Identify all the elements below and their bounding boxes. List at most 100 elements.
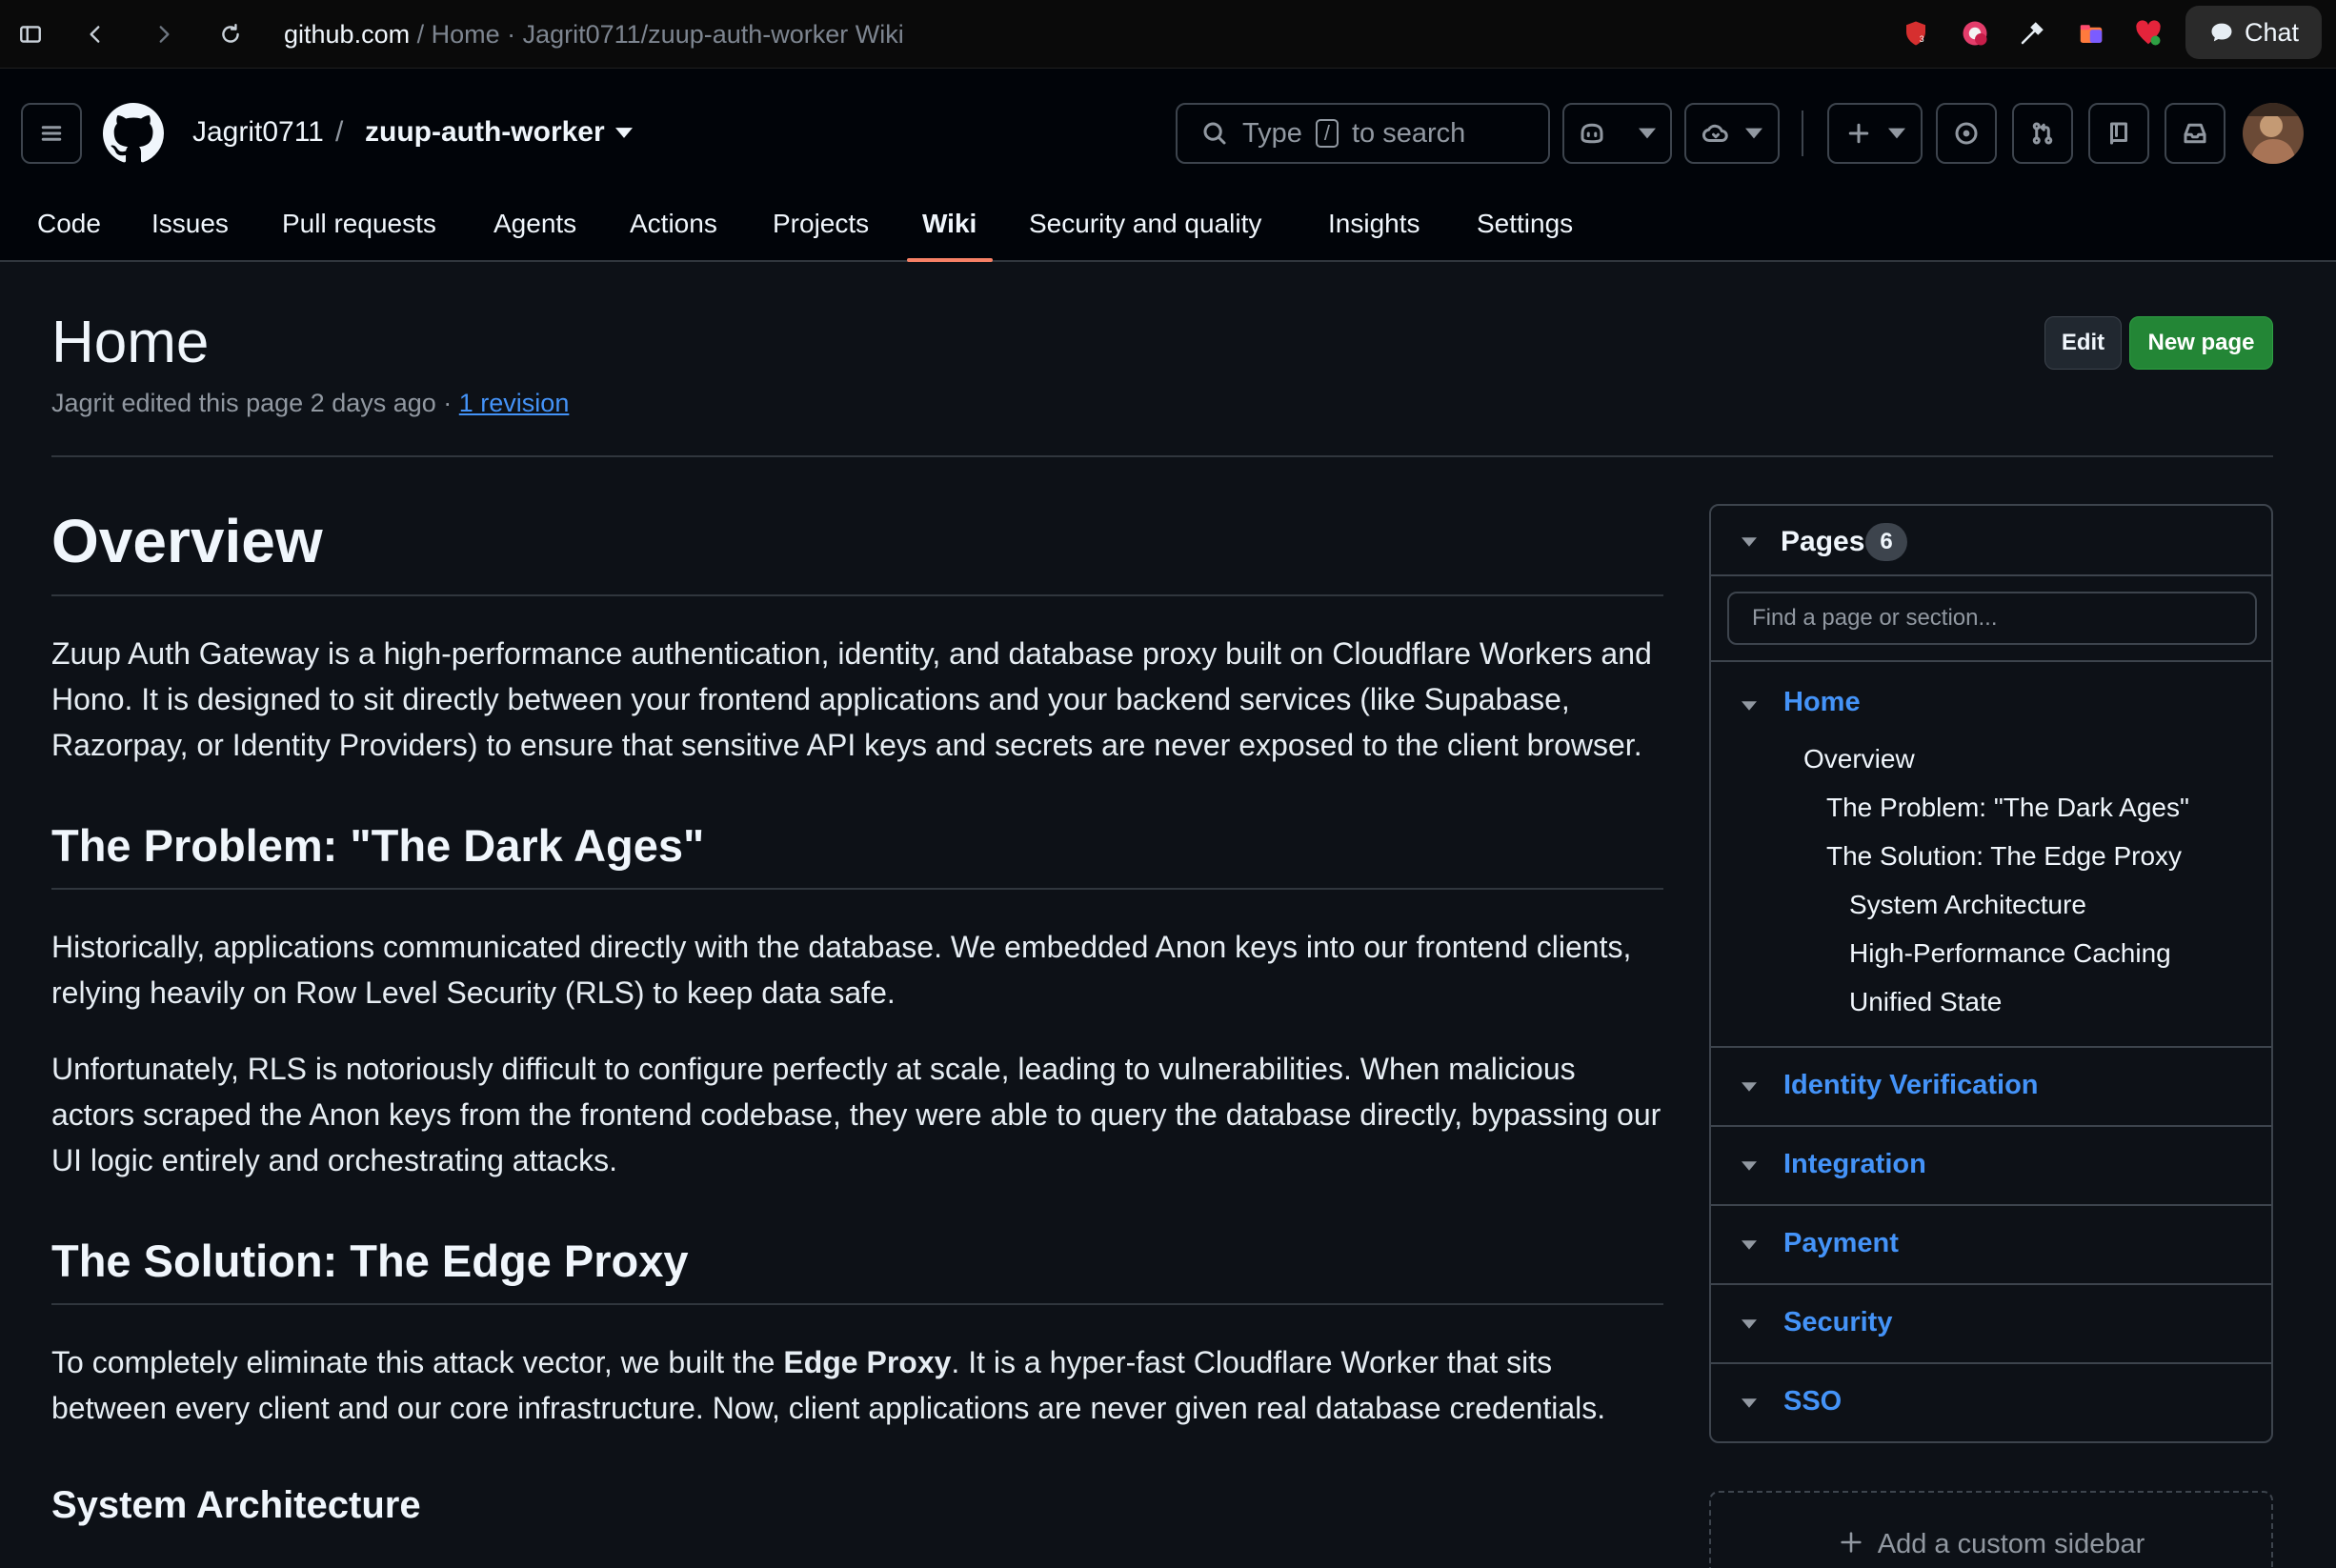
wiki-article: Overview Zuup Auth Gateway is a high-per… [51, 495, 1663, 1532]
new-page-button[interactable]: New page [2129, 316, 2273, 370]
browser-toolbar: github.com / Home · Jagrit0711/zuup-auth… [0, 0, 2336, 69]
expand-caret-icon[interactable] [1742, 1319, 1757, 1329]
page-row-sso[interactable]: SSO [1711, 1362, 2271, 1441]
repo-name-link[interactable]: zuup-auth-worker [365, 116, 605, 149]
create-caret-icon [1888, 128, 1905, 139]
edit-button[interactable]: Edit [2044, 316, 2122, 370]
create-new-button[interactable] [1827, 103, 1923, 164]
repo-switcher-caret-icon[interactable] [615, 128, 633, 138]
page-row-security[interactable]: Security [1711, 1283, 2271, 1362]
heart-extension-icon[interactable] [2130, 15, 2166, 51]
folder-extension-icon[interactable] [2073, 15, 2109, 51]
sidebar-toggle-icon[interactable] [11, 15, 50, 53]
repositories-button[interactable] [2088, 103, 2149, 164]
pages-collapse-caret-icon[interactable] [1742, 537, 1757, 547]
tab-settings[interactable]: Settings [1477, 185, 1573, 262]
page-title: Home [51, 310, 210, 375]
tab-pull-requests[interactable]: Pull requests [282, 185, 436, 262]
page-link-integration[interactable]: Integration [1783, 1149, 1926, 1180]
repo-path-separator: / [335, 116, 344, 148]
search-icon [1200, 119, 1229, 148]
heading-solution: The Solution: The Edge Proxy [51, 1231, 1663, 1305]
revision-link[interactable]: 1 revision [459, 389, 570, 417]
shield-extension-icon[interactable]: 3 [1898, 15, 1934, 51]
page-link-home[interactable]: Home [1783, 687, 1861, 718]
page-row-identity-verification[interactable]: Identity Verification [1711, 1046, 2271, 1125]
search-shortcut-key: / [1315, 119, 1339, 148]
toc-item-caching[interactable]: High-Performance Caching [1849, 938, 2171, 969]
find-divider [1711, 660, 2271, 662]
repo-owner-link[interactable]: Jagrit0711 [192, 116, 324, 149]
find-page-input[interactable] [1727, 592, 2257, 645]
active-tab-indicator [907, 258, 993, 262]
pages-sidebar: Pages 6 Home Overview The Problem: "The … [1709, 504, 2273, 1443]
pull-requests-button[interactable] [2012, 103, 2073, 164]
tab-wiki[interactable]: Wiki [922, 185, 977, 262]
repo-icon [2110, 122, 2127, 145]
toc-item-system-architecture[interactable]: System Architecture [1849, 890, 2086, 920]
toc-item-problem[interactable]: The Problem: "The Dark Ages" [1826, 793, 2189, 823]
paragraph-problem-1: Historically, applications communicated … [51, 930, 1632, 1010]
pull-request-icon [2032, 122, 2053, 145]
chat-label: Chat [2244, 17, 2300, 47]
address-bar[interactable]: github.com / Home · Jagrit0711/zuup-auth… [284, 17, 904, 51]
toc-item-unified-state[interactable]: Unified State [1849, 987, 2002, 1017]
expand-caret-icon[interactable] [1742, 1082, 1757, 1092]
reload-icon[interactable] [211, 15, 250, 53]
tab-code[interactable]: Code [37, 185, 101, 262]
tab-security-and-quality[interactable]: Security and quality [1029, 185, 1261, 262]
page-link-security[interactable]: Security [1783, 1307, 1892, 1338]
svg-text:3: 3 [1920, 34, 1924, 44]
solution-text-pre: To completely eliminate this attack vect… [51, 1345, 784, 1379]
page-row-integration[interactable]: Integration [1711, 1125, 2271, 1204]
forward-icon[interactable] [145, 15, 183, 53]
expand-caret-icon[interactable] [1742, 1161, 1757, 1171]
back-icon[interactable] [76, 15, 114, 53]
add-custom-sidebar-button[interactable]: Add a custom sidebar [1709, 1491, 2273, 1568]
ublock-extension-icon[interactable] [1957, 15, 1993, 51]
heading-overview: Overview [51, 495, 1663, 596]
tab-agents[interactable]: Agents [493, 185, 576, 262]
issues-button[interactable] [1936, 103, 1997, 164]
heading-system-architecture: System Architecture [51, 1484, 421, 1526]
page-row-payment[interactable]: Payment [1711, 1204, 2271, 1283]
menu-button[interactable] [21, 103, 82, 164]
page-link-sso[interactable]: SSO [1783, 1386, 1842, 1417]
tab-projects[interactable]: Projects [773, 185, 869, 262]
eyedropper-extension-icon[interactable] [2014, 15, 2050, 51]
repo-nav-tabs: Code Issues Pull requests Agents Actions… [0, 185, 2336, 262]
avatar[interactable] [2243, 103, 2304, 164]
pages-header[interactable]: Pages 6 [1711, 506, 2271, 576]
expand-caret-icon[interactable] [1742, 1398, 1757, 1408]
chat-button[interactable]: Chat [2185, 6, 2322, 59]
codespaces-button[interactable] [1684, 103, 1780, 164]
header-divider [1802, 111, 1803, 156]
tab-actions[interactable]: Actions [630, 185, 717, 262]
cloud-icon [1702, 124, 1728, 142]
expand-caret-icon[interactable] [1742, 1240, 1757, 1250]
heading-problem: The Problem: "The Dark Ages" [51, 815, 1663, 890]
page-link-identity-verification[interactable]: Identity Verification [1783, 1070, 2039, 1101]
tab-issues[interactable]: Issues [151, 185, 229, 262]
address-host: github.com [284, 20, 411, 49]
solution-text-bold: Edge Proxy [783, 1345, 952, 1379]
home-collapse-caret-icon[interactable] [1742, 701, 1757, 711]
codespaces-caret-icon [1745, 128, 1762, 139]
toc-item-solution[interactable]: The Solution: The Edge Proxy [1826, 841, 2182, 872]
plus-icon [1838, 1529, 1864, 1568]
copilot-button[interactable] [1562, 103, 1672, 164]
search-input[interactable]: Type / to search [1176, 103, 1550, 164]
address-path: / Home · Jagrit0711/zuup-auth-worker Wik… [410, 20, 904, 49]
chat-bubble-icon [2208, 19, 2235, 46]
search-placeholder-suffix: to search [1352, 117, 1466, 149]
inbox-button[interactable] [2165, 103, 2225, 164]
paragraph-solution: To completely eliminate this attack vect… [51, 1339, 1663, 1431]
page-link-payment[interactable]: Payment [1783, 1228, 1899, 1259]
copilot-menu-caret-icon [1639, 128, 1656, 139]
hamburger-icon [41, 126, 62, 141]
github-logo-icon[interactable] [103, 103, 164, 164]
page-edit-meta: Jagrit edited this page 2 days ago · 1 r… [51, 389, 569, 418]
inbox-icon [2184, 123, 2206, 144]
toc-item-overview[interactable]: Overview [1803, 744, 1915, 774]
tab-insights[interactable]: Insights [1328, 185, 1420, 262]
